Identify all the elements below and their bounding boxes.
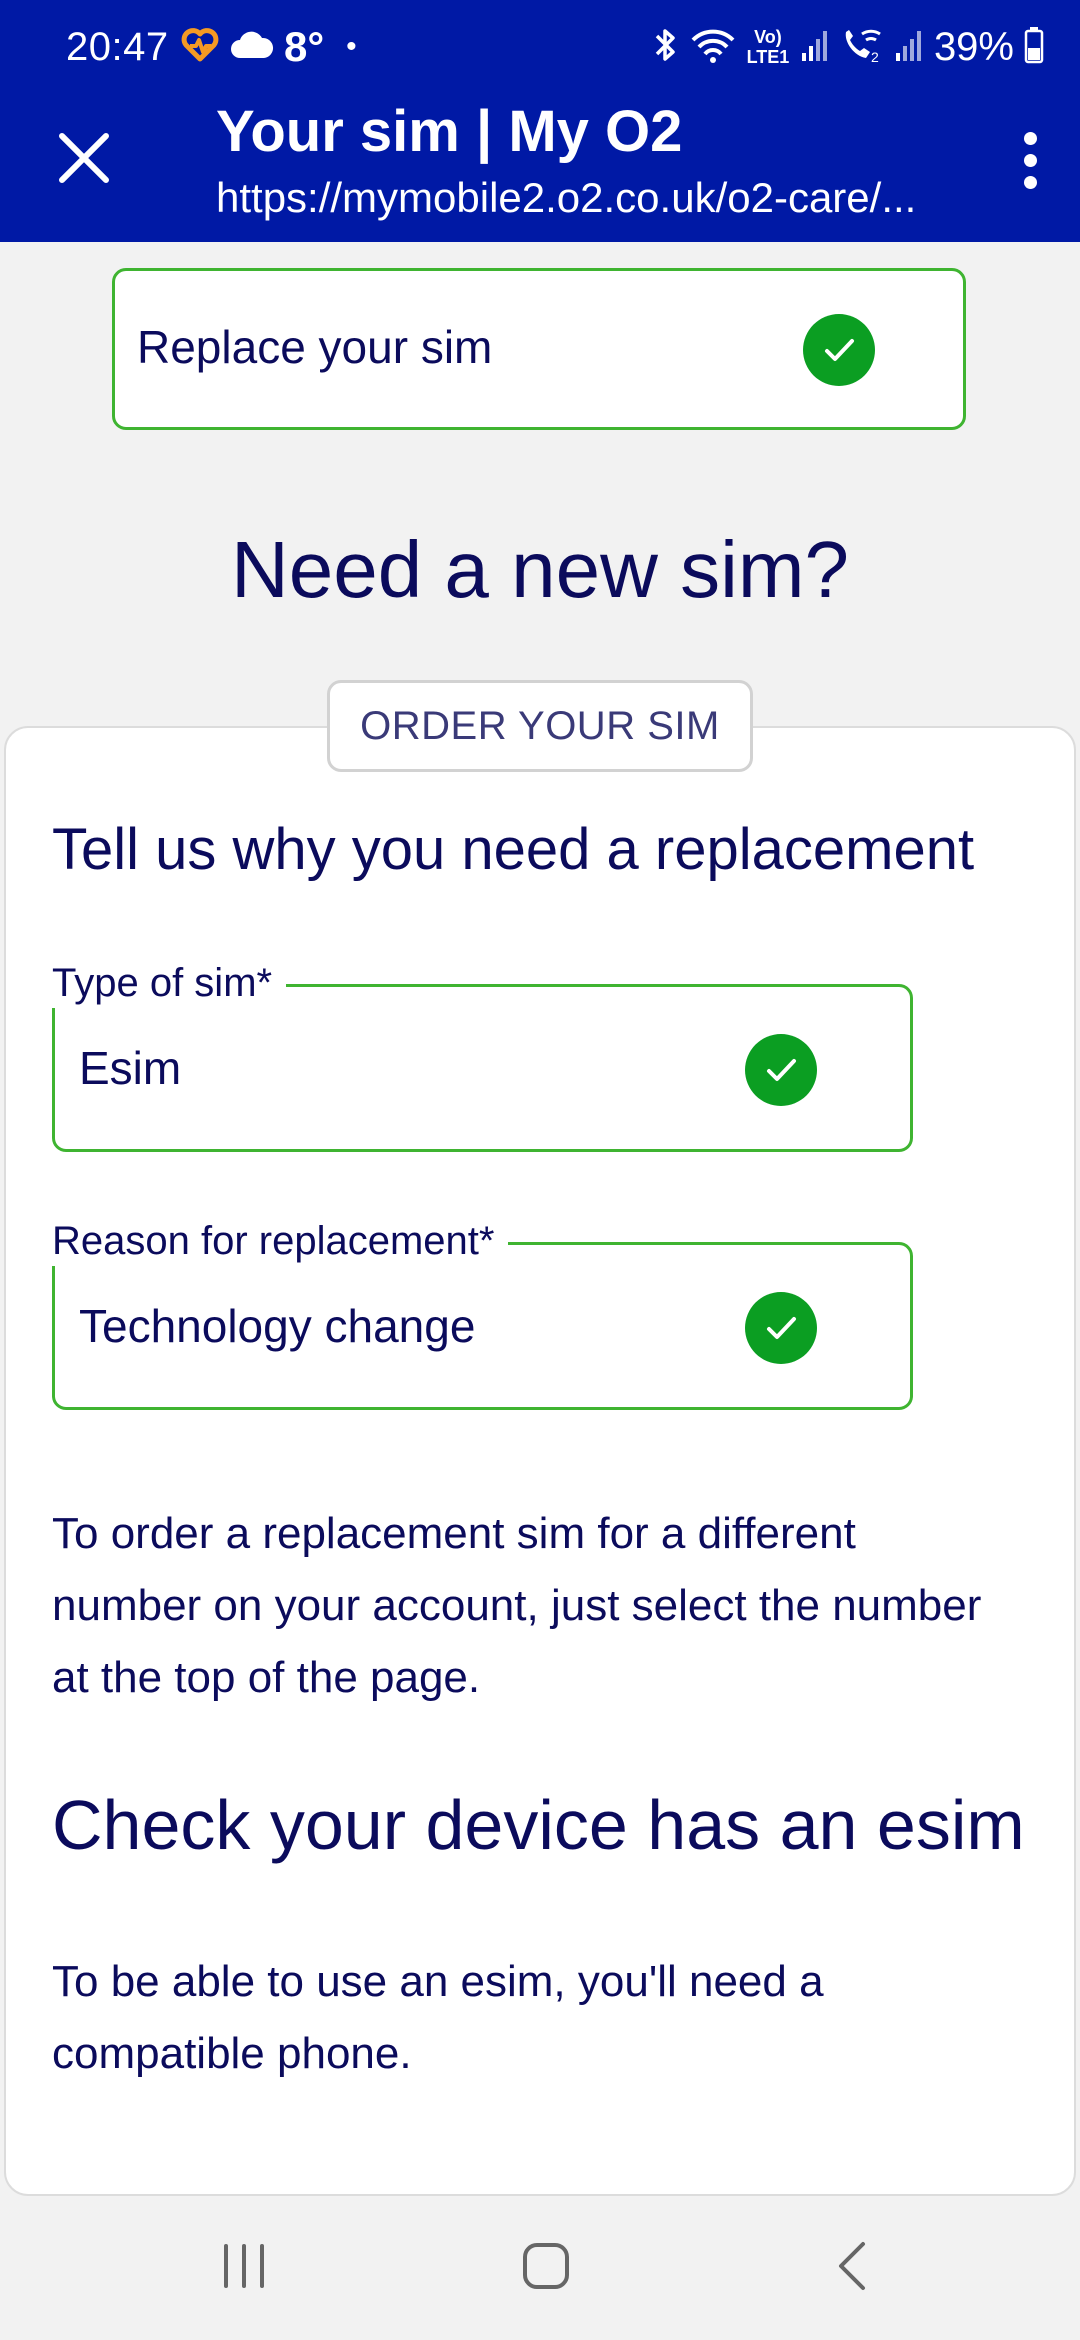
home-button[interactable] bbox=[501, 2232, 591, 2304]
check-circle-icon bbox=[803, 314, 875, 386]
page-url[interactable]: https://mymobile2.o2.co.uk/o2-care/... bbox=[216, 172, 946, 224]
different-number-info: To order a replacement sim for a differe… bbox=[52, 1509, 982, 1702]
replacement-reason-label: Reason for replacement* bbox=[52, 1216, 509, 1266]
replacement-reason-heading: Tell us why you need a replacement bbox=[52, 817, 975, 882]
battery-icon bbox=[1024, 26, 1044, 69]
replacement-reason-select[interactable]: Technology change bbox=[52, 1242, 913, 1410]
more-options-button[interactable] bbox=[1000, 124, 1060, 196]
replace-sim-step[interactable]: Replace your sim bbox=[112, 268, 966, 430]
status-time: 20:47 bbox=[66, 25, 169, 69]
order-your-sim-label: ORDER YOUR SIM bbox=[327, 680, 753, 772]
status-notification-dot: • bbox=[346, 30, 357, 63]
signal-icon bbox=[894, 27, 924, 68]
replace-sim-label: Replace your sim bbox=[137, 321, 493, 373]
back-button[interactable] bbox=[806, 2232, 896, 2304]
home-icon bbox=[521, 2241, 571, 2296]
more-vertical-icon bbox=[1023, 131, 1037, 145]
status-system-icons: Vo) LTE1 2 39% bbox=[652, 22, 1044, 72]
close-icon bbox=[56, 130, 112, 191]
battery-percent: 39% bbox=[933, 25, 1014, 69]
replacement-reason-value: Technology change bbox=[79, 1300, 476, 1352]
esim-check-heading: Check your device has an esim bbox=[52, 1786, 1025, 1864]
svg-text:2: 2 bbox=[871, 49, 879, 64]
check-circle-icon bbox=[745, 1034, 817, 1106]
system-navigation-bar bbox=[0, 2196, 1080, 2340]
status-notification-icons: 8° • bbox=[180, 24, 357, 70]
page-title: Your sim | My O2 bbox=[216, 99, 683, 164]
check-circle-icon bbox=[745, 1292, 817, 1364]
need-new-sim-heading: Need a new sim? bbox=[230, 525, 850, 614]
heart-rate-icon bbox=[180, 25, 220, 70]
bluetooth-icon bbox=[652, 26, 680, 69]
cloud-icon bbox=[230, 30, 274, 65]
close-button[interactable] bbox=[46, 122, 122, 198]
wifi-icon bbox=[690, 26, 736, 69]
sim-type-value: Esim bbox=[79, 1042, 182, 1094]
esim-compatibility-text: To be able to use an esim, you'll need a… bbox=[52, 1957, 824, 2078]
sim-type-select[interactable]: Esim bbox=[52, 984, 913, 1152]
wifi-calling-icon: 2 bbox=[840, 26, 884, 69]
browser-header: 20:47 8° • Vo) LTE1 2 39% Your sim | My … bbox=[0, 0, 1080, 242]
sim-type-label: Type of sim* bbox=[52, 958, 287, 1008]
status-temperature: 8° bbox=[284, 23, 325, 70]
back-icon bbox=[833, 2240, 869, 2297]
recent-apps-icon bbox=[218, 2242, 270, 2295]
signal-icon bbox=[800, 27, 830, 68]
recent-apps-button[interactable] bbox=[199, 2232, 289, 2304]
network-type-label: Vo) LTE1 bbox=[746, 27, 790, 67]
